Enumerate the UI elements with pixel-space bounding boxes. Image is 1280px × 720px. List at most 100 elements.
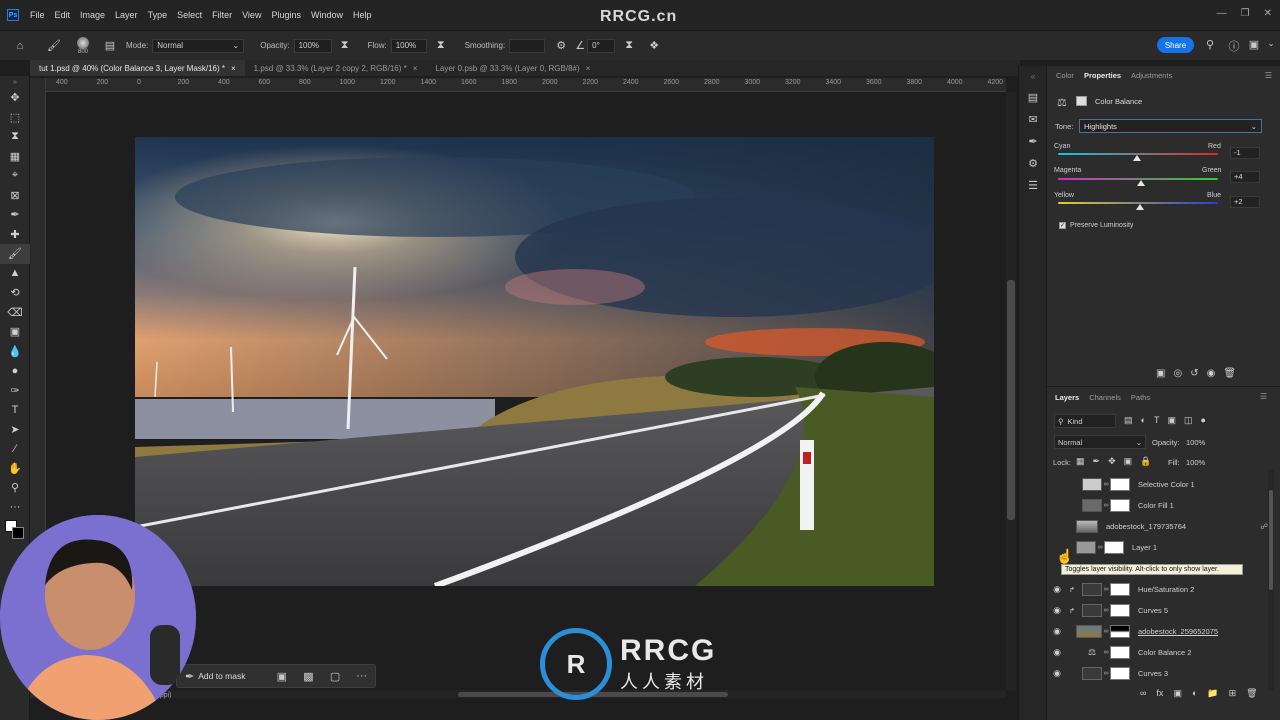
layers-scroll-thumb[interactable] [1269,490,1273,590]
layer-mask-thumb[interactable] [1104,541,1124,554]
lasso-tool-icon[interactable]: ⧗ [0,127,30,147]
history-brush-icon[interactable]: ⟲ [0,283,30,303]
tab-layer0[interactable]: Layer 0.psb @ 33.3% (Layer 0, RGB/8#) × [426,60,599,76]
chevron-down-icon[interactable]: ⌄ [1264,38,1278,49]
eye-icon[interactable]: ◉ [1050,647,1064,658]
panel-menu-icon[interactable]: ☰ [1265,66,1272,86]
vertical-scroll-thumb[interactable] [1007,280,1015,520]
search-icon[interactable]: ⚲ [1202,38,1218,51]
layer-mask-thumb[interactable] [1110,625,1130,638]
opacity-field[interactable]: 100% [293,38,332,53]
tab-channels[interactable]: Channels [1084,388,1126,406]
brush-settings-icon[interactable]: ▤ [98,39,122,52]
yellow-blue-value[interactable]: +2 [1230,196,1260,208]
menu-window[interactable]: Window [306,0,348,30]
path-select-icon[interactable]: ➤ [0,420,30,440]
pressure-size-icon[interactable]: ⧗ [615,39,643,52]
menu-type[interactable]: Type [143,0,173,30]
brush-tool-icon[interactable]: 🖌 [0,244,30,264]
adjustments-icon[interactable]: ☰ [1019,174,1047,196]
menu-image[interactable]: Image [75,0,110,30]
new-group-icon[interactable]: 📁 [1207,688,1218,699]
gradient-icon[interactable]: ▣ [0,322,30,342]
menu-layer[interactable]: Layer [110,0,143,30]
layer-mask-thumb[interactable] [1110,478,1130,491]
layer-row[interactable]: ◉ ⚖ ∞ Color Balance 2 [1050,642,1268,663]
type-tool-icon[interactable]: T [0,400,30,420]
gear-icon[interactable]: ⚙ [549,39,573,52]
clone-stamp-icon[interactable]: ▲ [0,264,30,284]
layer-mask-thumb[interactable] [1110,667,1130,680]
brush-settings-icon[interactable]: ✒ [1019,130,1047,152]
color-swatches[interactable] [0,517,30,543]
cyan-red-value[interactable]: -1 [1230,147,1260,159]
object-select-icon[interactable]: ▦ [0,147,30,167]
move-tool-icon[interactable]: ✥ [0,88,30,108]
brush-preset-picker[interactable]: 800 [68,36,98,55]
clip-to-layer-icon[interactable]: ▣ [1156,368,1165,379]
more-tools-icon[interactable]: ··· [0,498,30,518]
tab-paths[interactable]: Paths [1126,388,1155,406]
tab-tut1[interactable]: tut 1.psd @ 40% (Color Balance 3, Layer … [30,60,245,76]
restore-icon[interactable]: ❐ [1241,8,1250,19]
lock-pixels-icon[interactable]: ✒ [1093,456,1101,467]
smart-object-filter-icon[interactable]: ◫ [1184,415,1193,426]
layer-filter-select[interactable]: ⚲ Kind [1054,414,1116,428]
layer-style-icon[interactable]: fx [1156,688,1163,699]
share-button[interactable]: Share [1157,37,1194,53]
line-tool-icon[interactable]: ∕ [0,439,30,459]
tool-presets-icon[interactable]: ⚙ [1019,152,1047,174]
lock-all-icon[interactable]: 🔒 [1140,456,1151,467]
help-icon[interactable]: ⓘ [1226,38,1242,54]
layer-row[interactable]: ∞ Layer 1 [1050,537,1268,558]
trash-icon[interactable]: 🗑 [1223,368,1236,379]
menu-select[interactable]: Select [172,0,207,30]
add-mask-icon[interactable]: ▣ [1173,688,1182,699]
cyan-red-thumb[interactable] [1133,155,1142,161]
feather-mask-icon[interactable]: ▢ [322,670,349,683]
yellow-blue-thumb[interactable] [1135,204,1144,210]
minimize-icon[interactable]: — [1217,8,1227,19]
close-tab-icon[interactable]: × [586,64,591,73]
crop-tool-icon[interactable]: ⌖ [0,166,30,186]
pressure-opacity-icon[interactable]: ⧗ [332,39,358,52]
layer-mask-thumb[interactable] [1110,499,1130,512]
zoom-tool-icon[interactable]: ⚲ [0,478,30,498]
collapse-toolbar-icon[interactable]: » [0,76,30,88]
comments-icon[interactable]: ✉ [1019,108,1047,130]
menu-plugins[interactable]: Plugins [266,0,306,30]
eyedropper-icon[interactable]: ✒ [0,205,30,225]
layer-mask-thumb[interactable] [1110,583,1130,596]
layer-row[interactable]: ∞ Color Fill 1 [1050,495,1268,516]
close-tab-icon[interactable]: × [413,64,418,73]
close-icon[interactable]: ✕ [1264,8,1272,19]
trash-icon[interactable]: 🗑 [1246,688,1257,699]
eye-icon[interactable]: ◉ [1050,605,1064,616]
symmetry-icon[interactable]: ❖ [643,39,665,52]
tab-properties[interactable]: Properties [1079,66,1126,86]
menu-help[interactable]: Help [348,0,377,30]
healing-brush-icon[interactable]: ✚ [0,225,30,245]
history-icon[interactable]: ▤ [1019,86,1047,108]
subtract-mask-icon[interactable]: ▣ [269,670,296,683]
collapse-panels-icon[interactable]: « [1019,66,1047,86]
flow-field[interactable]: 100% [390,38,427,53]
magenta-green-thumb[interactable] [1137,180,1146,186]
menu-edit[interactable]: Edit [50,0,76,30]
layer-mask-thumb[interactable] [1110,604,1130,617]
view-previous-icon[interactable]: ◎ [1173,368,1182,379]
mask-icon[interactable] [1076,96,1087,106]
menu-filter[interactable]: Filter [207,0,237,30]
smoothing-field[interactable] [509,38,546,53]
type-filter-icon[interactable]: T [1154,415,1160,426]
marquee-tool-icon[interactable]: ⬚ [0,108,30,128]
background-color[interactable] [12,527,24,539]
add-to-mask-button[interactable]: Add to mask [198,671,268,681]
more-options-button[interactable]: ··· [348,670,375,682]
reset-icon[interactable]: ↺ [1190,368,1198,379]
invert-mask-icon[interactable]: ▩ [295,670,322,683]
angle-field[interactable]: 0° [587,38,616,53]
adjustment-filter-icon[interactable]: ◐ [1141,415,1146,426]
layer-row[interactable]: ◉ ∞ Curves 3 [1050,663,1268,684]
tab-adjustments[interactable]: Adjustments [1126,66,1177,86]
